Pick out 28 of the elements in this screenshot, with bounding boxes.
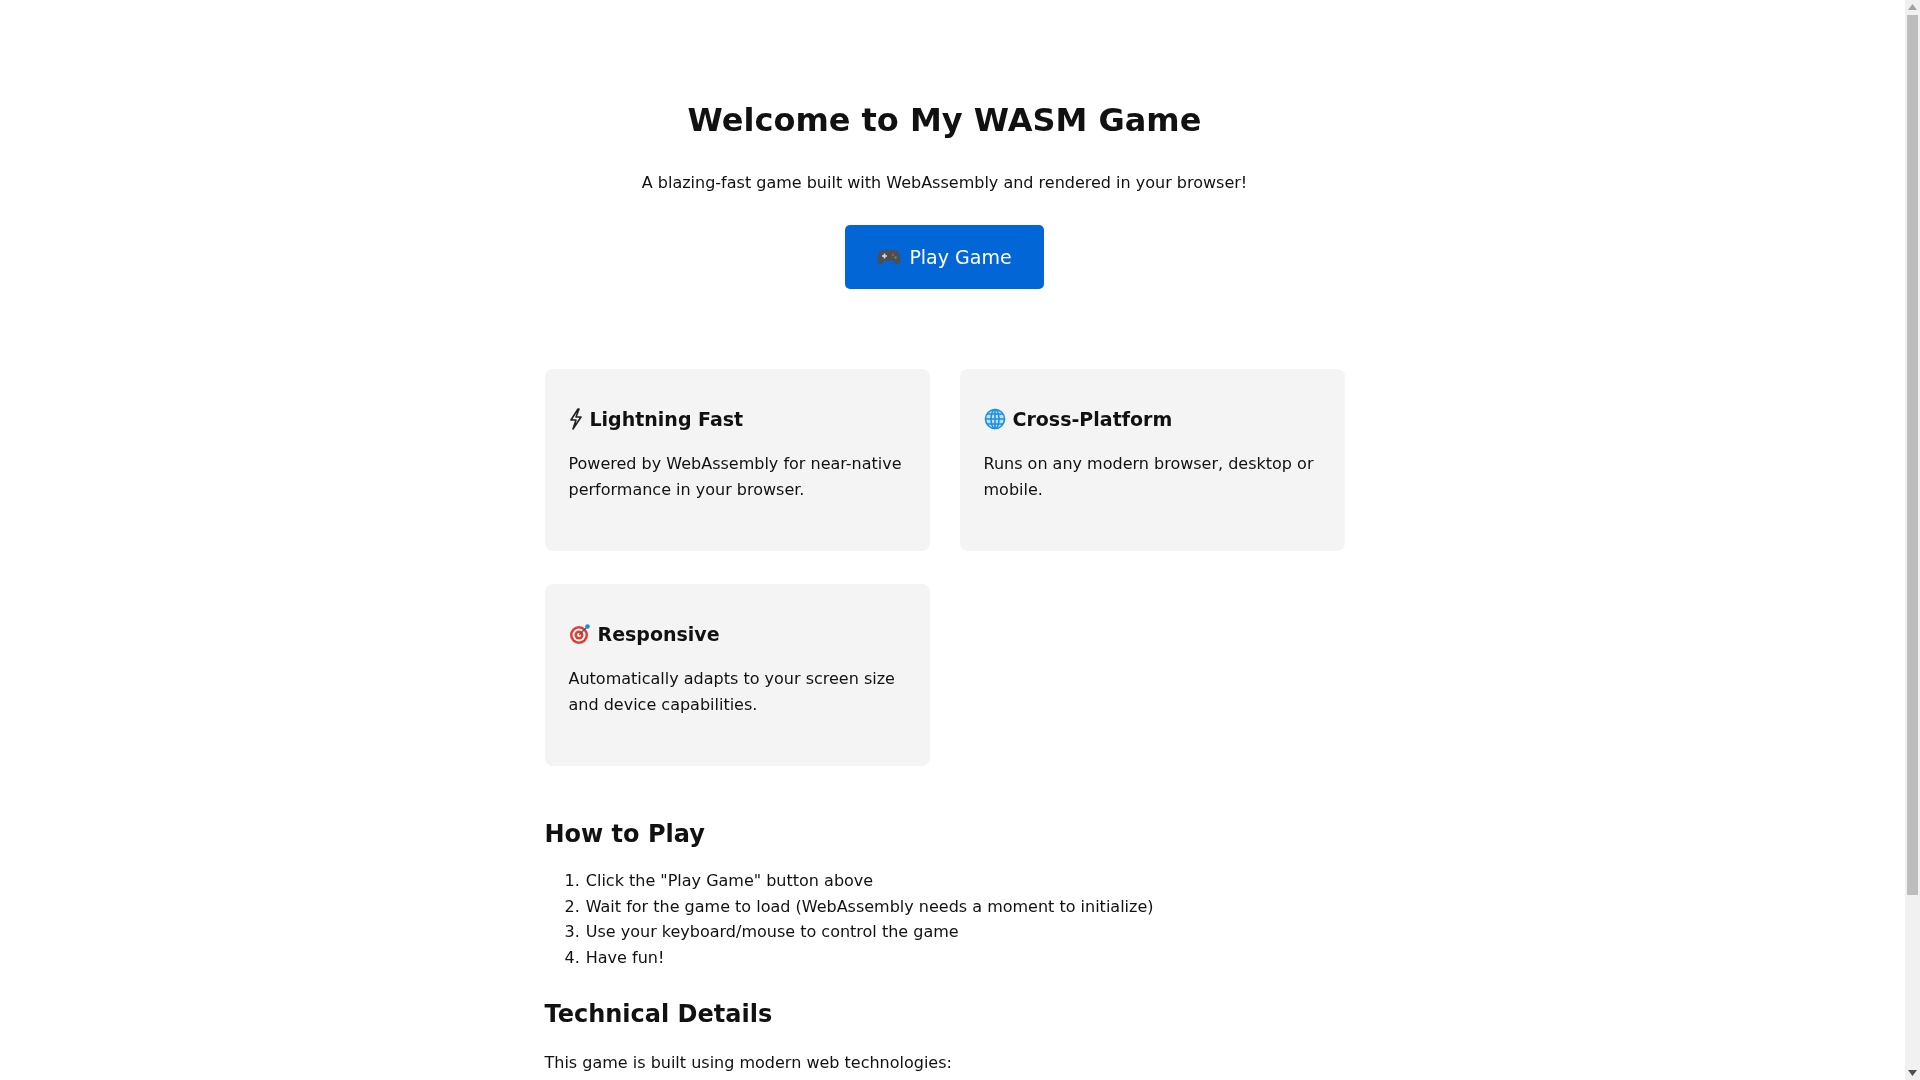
tagline: A blazing-fast game built with WebAssembly and rendered in your browser! xyxy=(641,172,1248,194)
step-number: 3. xyxy=(564,921,580,944)
step-number: 1. xyxy=(564,870,580,892)
step-text: Use your keyboard/mouse to control the game xyxy=(585,921,959,944)
section-heading: How to Play xyxy=(544,819,705,850)
scroll-down-icon[interactable] xyxy=(1908,1070,1917,1076)
feature-title: Responsive xyxy=(597,622,720,646)
page-title: Welcome to My WASM Game xyxy=(687,100,1202,141)
paragraph: This game is built using modern web technologies: xyxy=(544,1052,952,1075)
target-icon xyxy=(568,623,591,645)
play-game-button[interactable]: Play Game xyxy=(845,225,1044,289)
feature-title: Cross-Platform xyxy=(1012,407,1173,431)
feature-description: Automatically adapts to your screen size and device capabilities. xyxy=(568,668,896,716)
step-text: Have fun! xyxy=(585,946,665,969)
step-number: 2. xyxy=(564,895,580,918)
section-heading: Technical Details xyxy=(544,999,773,1031)
gamepad-icon xyxy=(877,248,902,266)
feature-title: Lightning Fast xyxy=(589,407,744,431)
scrollbar[interactable] xyxy=(1905,0,1920,1080)
feature-description: Powered by WebAssembly for near-native performance in your browser. xyxy=(568,453,903,501)
step-text: Click the "Play Game" button above xyxy=(585,870,874,892)
feature-description: Runs on any modern browser, desktop or mobile. xyxy=(983,453,1315,501)
step-number: 4. xyxy=(564,946,580,969)
step-text: Wait for the game to load (WebAssembly needs a moment to initialize) xyxy=(585,895,1154,918)
scrollbar-thumb[interactable] xyxy=(1907,15,1918,895)
globe-icon xyxy=(983,408,1006,430)
scroll-up-icon[interactable] xyxy=(1908,4,1917,10)
lightning-icon xyxy=(568,408,583,430)
